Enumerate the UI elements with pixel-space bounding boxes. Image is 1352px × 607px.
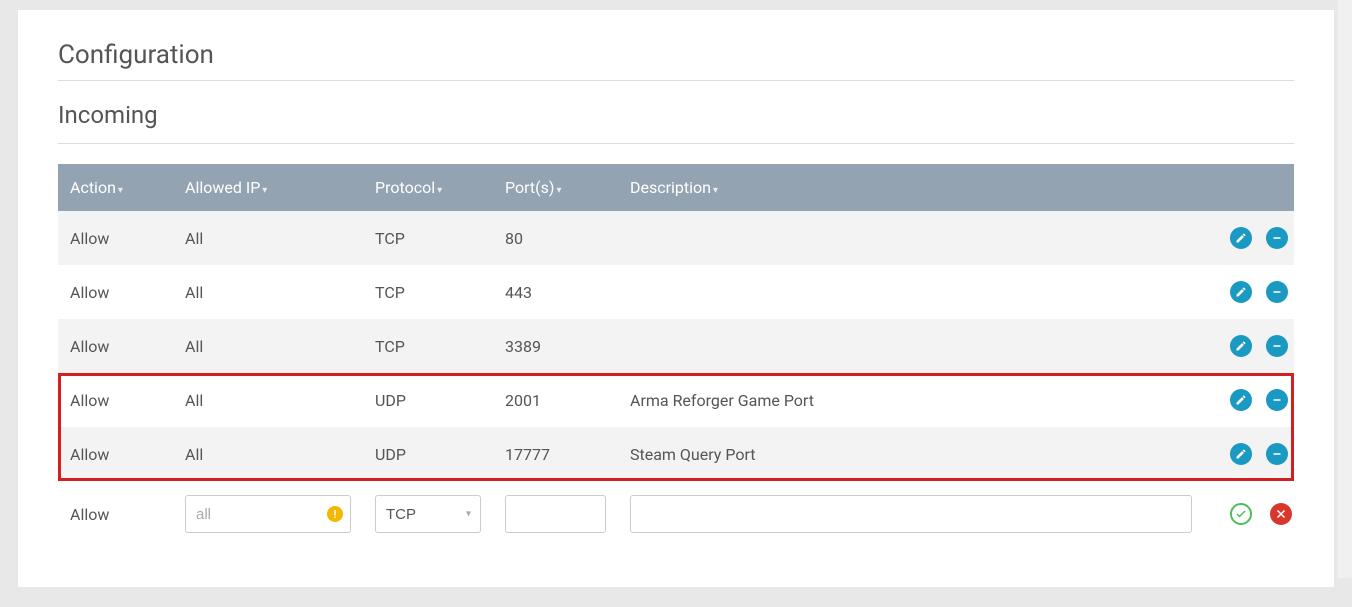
cell-action: Allow	[58, 319, 173, 373]
minus-icon	[1271, 448, 1283, 460]
description-input[interactable]	[630, 495, 1192, 533]
cell-description: Arma Reforger Game Port	[618, 373, 1204, 427]
pencil-icon	[1235, 394, 1247, 406]
table-row: AllowAllUDP17777Steam Query Port	[58, 427, 1294, 481]
remove-button[interactable]	[1266, 443, 1288, 465]
cell-ports: 3389	[493, 319, 618, 373]
new-rule-row: Allow ! TCP ▾	[58, 481, 1294, 547]
cell-action: Allow	[58, 211, 173, 265]
sort-caret-icon: ▾	[262, 185, 267, 196]
check-icon	[1235, 508, 1247, 520]
cell-description	[618, 265, 1204, 319]
minus-icon	[1271, 232, 1283, 244]
cell-protocol: UDP	[363, 373, 493, 427]
cell-description	[618, 319, 1204, 373]
close-icon	[1275, 508, 1287, 520]
cell-ports: 443	[493, 265, 618, 319]
pencil-icon	[1235, 232, 1247, 244]
cell-ip: All	[173, 373, 363, 427]
remove-button[interactable]	[1266, 281, 1288, 303]
table-row: AllowAllTCP3389	[58, 319, 1294, 373]
new-rule-action: Allow	[58, 481, 173, 547]
col-header-description[interactable]: Description▾	[618, 164, 1204, 211]
pencil-icon	[1235, 448, 1247, 460]
minus-icon	[1271, 394, 1283, 406]
cell-row-actions	[1204, 373, 1294, 427]
remove-button[interactable]	[1266, 389, 1288, 411]
cell-ip: All	[173, 211, 363, 265]
cell-row-actions	[1204, 427, 1294, 481]
firewall-table: Action▾ Allowed IP▾ Protocol▾ Port(s)▾ D…	[58, 164, 1294, 547]
cancel-button[interactable]	[1270, 503, 1292, 525]
table-header-row: Action▾ Allowed IP▾ Protocol▾ Port(s)▾ D…	[58, 164, 1294, 211]
cell-protocol: TCP	[363, 319, 493, 373]
pencil-icon	[1235, 340, 1247, 352]
sort-caret-icon: ▾	[437, 185, 442, 196]
table-row: AllowAllTCP443	[58, 265, 1294, 319]
cell-ports: 17777	[493, 427, 618, 481]
warning-icon: !	[327, 506, 343, 522]
col-header-protocol[interactable]: Protocol▾	[363, 164, 493, 211]
cell-protocol: UDP	[363, 427, 493, 481]
remove-button[interactable]	[1266, 335, 1288, 357]
cell-ports: 2001	[493, 373, 618, 427]
edit-button[interactable]	[1230, 335, 1252, 357]
config-card: Configuration Incoming Action▾ Allowed I…	[18, 10, 1334, 587]
cell-description	[618, 211, 1204, 265]
edit-button[interactable]	[1230, 443, 1252, 465]
remove-button[interactable]	[1266, 227, 1288, 249]
divider	[58, 80, 1294, 81]
protocol-select[interactable]: TCP	[375, 495, 481, 533]
sort-caret-icon: ▾	[556, 185, 561, 196]
cell-ip: All	[173, 427, 363, 481]
scrollbar[interactable]	[1338, 0, 1352, 578]
cell-ports: 80	[493, 211, 618, 265]
confirm-button[interactable]	[1230, 503, 1252, 525]
incoming-title: Incoming	[58, 101, 1294, 129]
col-header-allowed-ip[interactable]: Allowed IP▾	[173, 164, 363, 211]
minus-icon	[1271, 340, 1283, 352]
page-title: Configuration	[58, 40, 1294, 70]
cell-action: Allow	[58, 427, 173, 481]
col-header-ports[interactable]: Port(s)▾	[493, 164, 618, 211]
col-header-action[interactable]: Action▾	[58, 164, 173, 211]
col-header-actions	[1204, 164, 1294, 211]
table-row: AllowAllTCP80	[58, 211, 1294, 265]
cell-protocol: TCP	[363, 265, 493, 319]
table-row: AllowAllUDP2001Arma Reforger Game Port	[58, 373, 1294, 427]
sort-caret-icon: ▾	[713, 185, 718, 196]
pencil-icon	[1235, 286, 1247, 298]
cell-description: Steam Query Port	[618, 427, 1204, 481]
edit-button[interactable]	[1230, 281, 1252, 303]
port-input[interactable]	[505, 495, 606, 533]
edit-button[interactable]	[1230, 227, 1252, 249]
divider	[58, 143, 1294, 144]
cell-row-actions	[1204, 319, 1294, 373]
cell-protocol: TCP	[363, 211, 493, 265]
minus-icon	[1271, 286, 1283, 298]
cell-row-actions	[1204, 211, 1294, 265]
edit-button[interactable]	[1230, 389, 1252, 411]
cell-action: Allow	[58, 265, 173, 319]
cell-ip: All	[173, 265, 363, 319]
cell-row-actions	[1204, 265, 1294, 319]
cell-ip: All	[173, 319, 363, 373]
cell-action: Allow	[58, 373, 173, 427]
sort-caret-icon: ▾	[118, 185, 123, 196]
